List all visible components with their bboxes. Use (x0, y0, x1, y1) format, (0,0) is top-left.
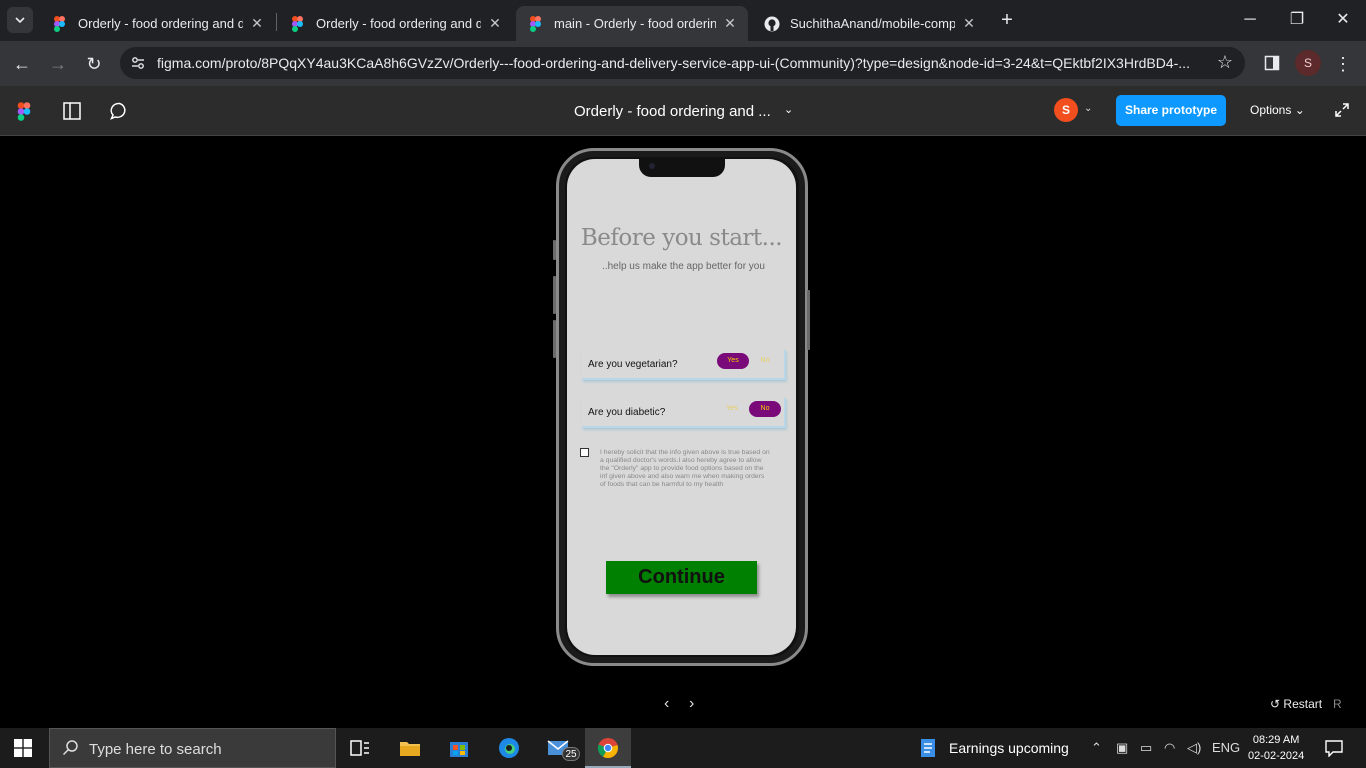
new-tab-button[interactable]: + (996, 9, 1018, 32)
fullscreen-icon[interactable] (1334, 102, 1350, 118)
phone-side-button (553, 320, 556, 358)
news-widget-text[interactable]: Earnings upcoming (949, 740, 1069, 756)
clock-date: 02-02-2024 (1248, 750, 1305, 762)
site-settings-icon[interactable] (130, 55, 146, 71)
file-title[interactable]: Orderly - food ordering and ... (574, 103, 771, 120)
browser-tab[interactable]: SuchithaAnand/mobile-computi ✕ (752, 6, 987, 41)
forward-icon[interactable]: → (45, 51, 71, 77)
chevron-down-icon[interactable]: ⌄ (784, 103, 793, 116)
battery-icon[interactable]: ▭ (1140, 740, 1152, 756)
chevron-down-icon: ⌄ (1294, 103, 1305, 117)
question-label: Are you vegetarian? (588, 359, 678, 370)
mail-badge: 25 (562, 747, 580, 761)
url-text: figma.com/proto/8PQqXY4au3KCaA8h6GVzZv/O… (157, 55, 1190, 71)
close-icon[interactable]: ✕ (722, 15, 738, 32)
restore-icon[interactable]: ❐ (1285, 8, 1309, 32)
question-diabetic: Are you diabetic? Yes No (582, 398, 786, 428)
close-icon[interactable]: ✕ (249, 15, 265, 32)
page-title: Before you start... (580, 225, 783, 251)
close-icon[interactable]: ✕ (961, 15, 977, 32)
language-indicator[interactable]: ENG (1212, 740, 1240, 755)
file-explorer-icon[interactable] (398, 736, 422, 760)
figma-icon (530, 15, 541, 32)
edge-icon[interactable] (497, 736, 521, 760)
more-menu-icon[interactable]: ⋮ (1330, 51, 1356, 77)
minimize-icon[interactable]: ─ (1238, 8, 1262, 32)
close-window-icon[interactable]: ✕ (1331, 8, 1355, 32)
previous-frame-icon[interactable]: ‹ (664, 695, 669, 713)
bookmark-star-icon[interactable]: ☆ (1217, 52, 1233, 73)
vegetarian-yes-toggle[interactable]: Yes (717, 353, 749, 369)
windows-taskbar: Type here to search Earnings upcoming ⌃ … (0, 728, 1366, 768)
question-label: Are you diabetic? (588, 407, 666, 418)
browser-tab-strip: Orderly - food ordering and deli ✕ Order… (0, 0, 1366, 41)
chevron-down-icon[interactable]: ⌄ (1084, 103, 1092, 114)
store-icon[interactable] (447, 736, 471, 760)
consent-checkbox[interactable] (580, 448, 589, 457)
volume-icon[interactable]: ◁) (1187, 740, 1201, 756)
app-screen: Before you start... ..help us make the a… (567, 159, 796, 655)
chevron-down-icon (15, 17, 25, 24)
page-subtitle: ..help us make the app better for you (602, 261, 765, 272)
options-menu[interactable]: Options ⌄ (1250, 103, 1305, 117)
restart-label: Restart (1283, 697, 1323, 711)
windows-start-icon[interactable] (14, 739, 32, 757)
tab-search-button[interactable] (7, 7, 33, 33)
reload-icon[interactable]: ↻ (81, 51, 107, 77)
diabetic-no-toggle[interactable]: No (749, 401, 781, 417)
taskbar-search[interactable]: Type here to search (49, 728, 336, 768)
github-icon (764, 16, 780, 31)
tab-title: SuchithaAnand/mobile-computi (790, 16, 955, 31)
tab-divider (276, 13, 277, 31)
continue-button[interactable]: Continue (606, 561, 757, 594)
camera-icon (649, 163, 655, 169)
back-icon[interactable]: ← (9, 51, 35, 77)
browser-tab[interactable]: Orderly - food ordering and deli ✕ (278, 6, 513, 41)
news-widget-icon[interactable] (916, 736, 940, 760)
phone-notch (639, 159, 725, 177)
figma-toolbar: Orderly - food ordering and ... ⌄ S ⌄ Sh… (0, 86, 1366, 136)
figma-icon (54, 15, 65, 32)
notification-icon[interactable] (1325, 739, 1343, 757)
phone-side-button (553, 276, 556, 314)
meet-icon[interactable]: ▣ (1116, 740, 1128, 756)
search-icon (62, 740, 78, 756)
search-placeholder: Type here to search (89, 741, 222, 758)
tab-title: Orderly - food ordering and deli (316, 16, 481, 31)
chrome-icon[interactable] (596, 736, 620, 760)
clock-time: 08:29 AM (1252, 734, 1300, 746)
collaborator-avatar[interactable]: S (1054, 98, 1078, 122)
show-hidden-icons-icon[interactable]: ⌃ (1091, 740, 1102, 756)
diabetic-yes-toggle[interactable]: Yes (716, 401, 748, 417)
sidebar-toggle-icon[interactable] (63, 102, 81, 120)
close-icon[interactable]: ✕ (487, 15, 503, 32)
figma-logo-icon[interactable] (17, 102, 31, 121)
phone-side-button (807, 290, 810, 350)
next-frame-icon[interactable]: › (689, 695, 694, 713)
wifi-icon[interactable]: ◠ (1164, 740, 1175, 756)
phone-side-button (553, 240, 556, 260)
question-vegetarian: Are you vegetarian? Yes No (582, 350, 786, 380)
restart-button[interactable]: ↺ Restart (1270, 697, 1322, 711)
figma-icon (292, 15, 303, 32)
address-bar[interactable]: figma.com/proto/8PQqXY4au3KCaA8h6GVzZv/O… (120, 47, 1245, 79)
browser-tab[interactable]: Orderly - food ordering and deli ✕ (40, 6, 275, 41)
restart-icon: ↺ (1270, 697, 1281, 711)
task-view-icon[interactable] (348, 736, 372, 760)
tab-title: main - Orderly - food ordering (554, 16, 716, 31)
tab-title: Orderly - food ordering and deli (78, 16, 243, 31)
side-panel-icon[interactable] (1264, 55, 1280, 71)
comment-icon[interactable] (110, 102, 129, 120)
restart-shortcut: R (1333, 697, 1342, 711)
browser-tab-active[interactable]: main - Orderly - food ordering ✕ (516, 6, 748, 41)
share-prototype-button[interactable]: Share prototype (1116, 95, 1226, 126)
browser-toolbar: ← → ↻ figma.com/proto/8PQqXY4au3KCaA8h6G… (0, 41, 1366, 86)
profile-avatar[interactable]: S (1295, 50, 1321, 76)
clock[interactable]: 08:29 AM 02-02-2024 (1248, 732, 1304, 764)
consent-text: I hereby solicit that the info given abo… (600, 449, 770, 488)
options-label: Options (1250, 103, 1292, 117)
vegetarian-no-toggle[interactable]: No (749, 353, 781, 369)
